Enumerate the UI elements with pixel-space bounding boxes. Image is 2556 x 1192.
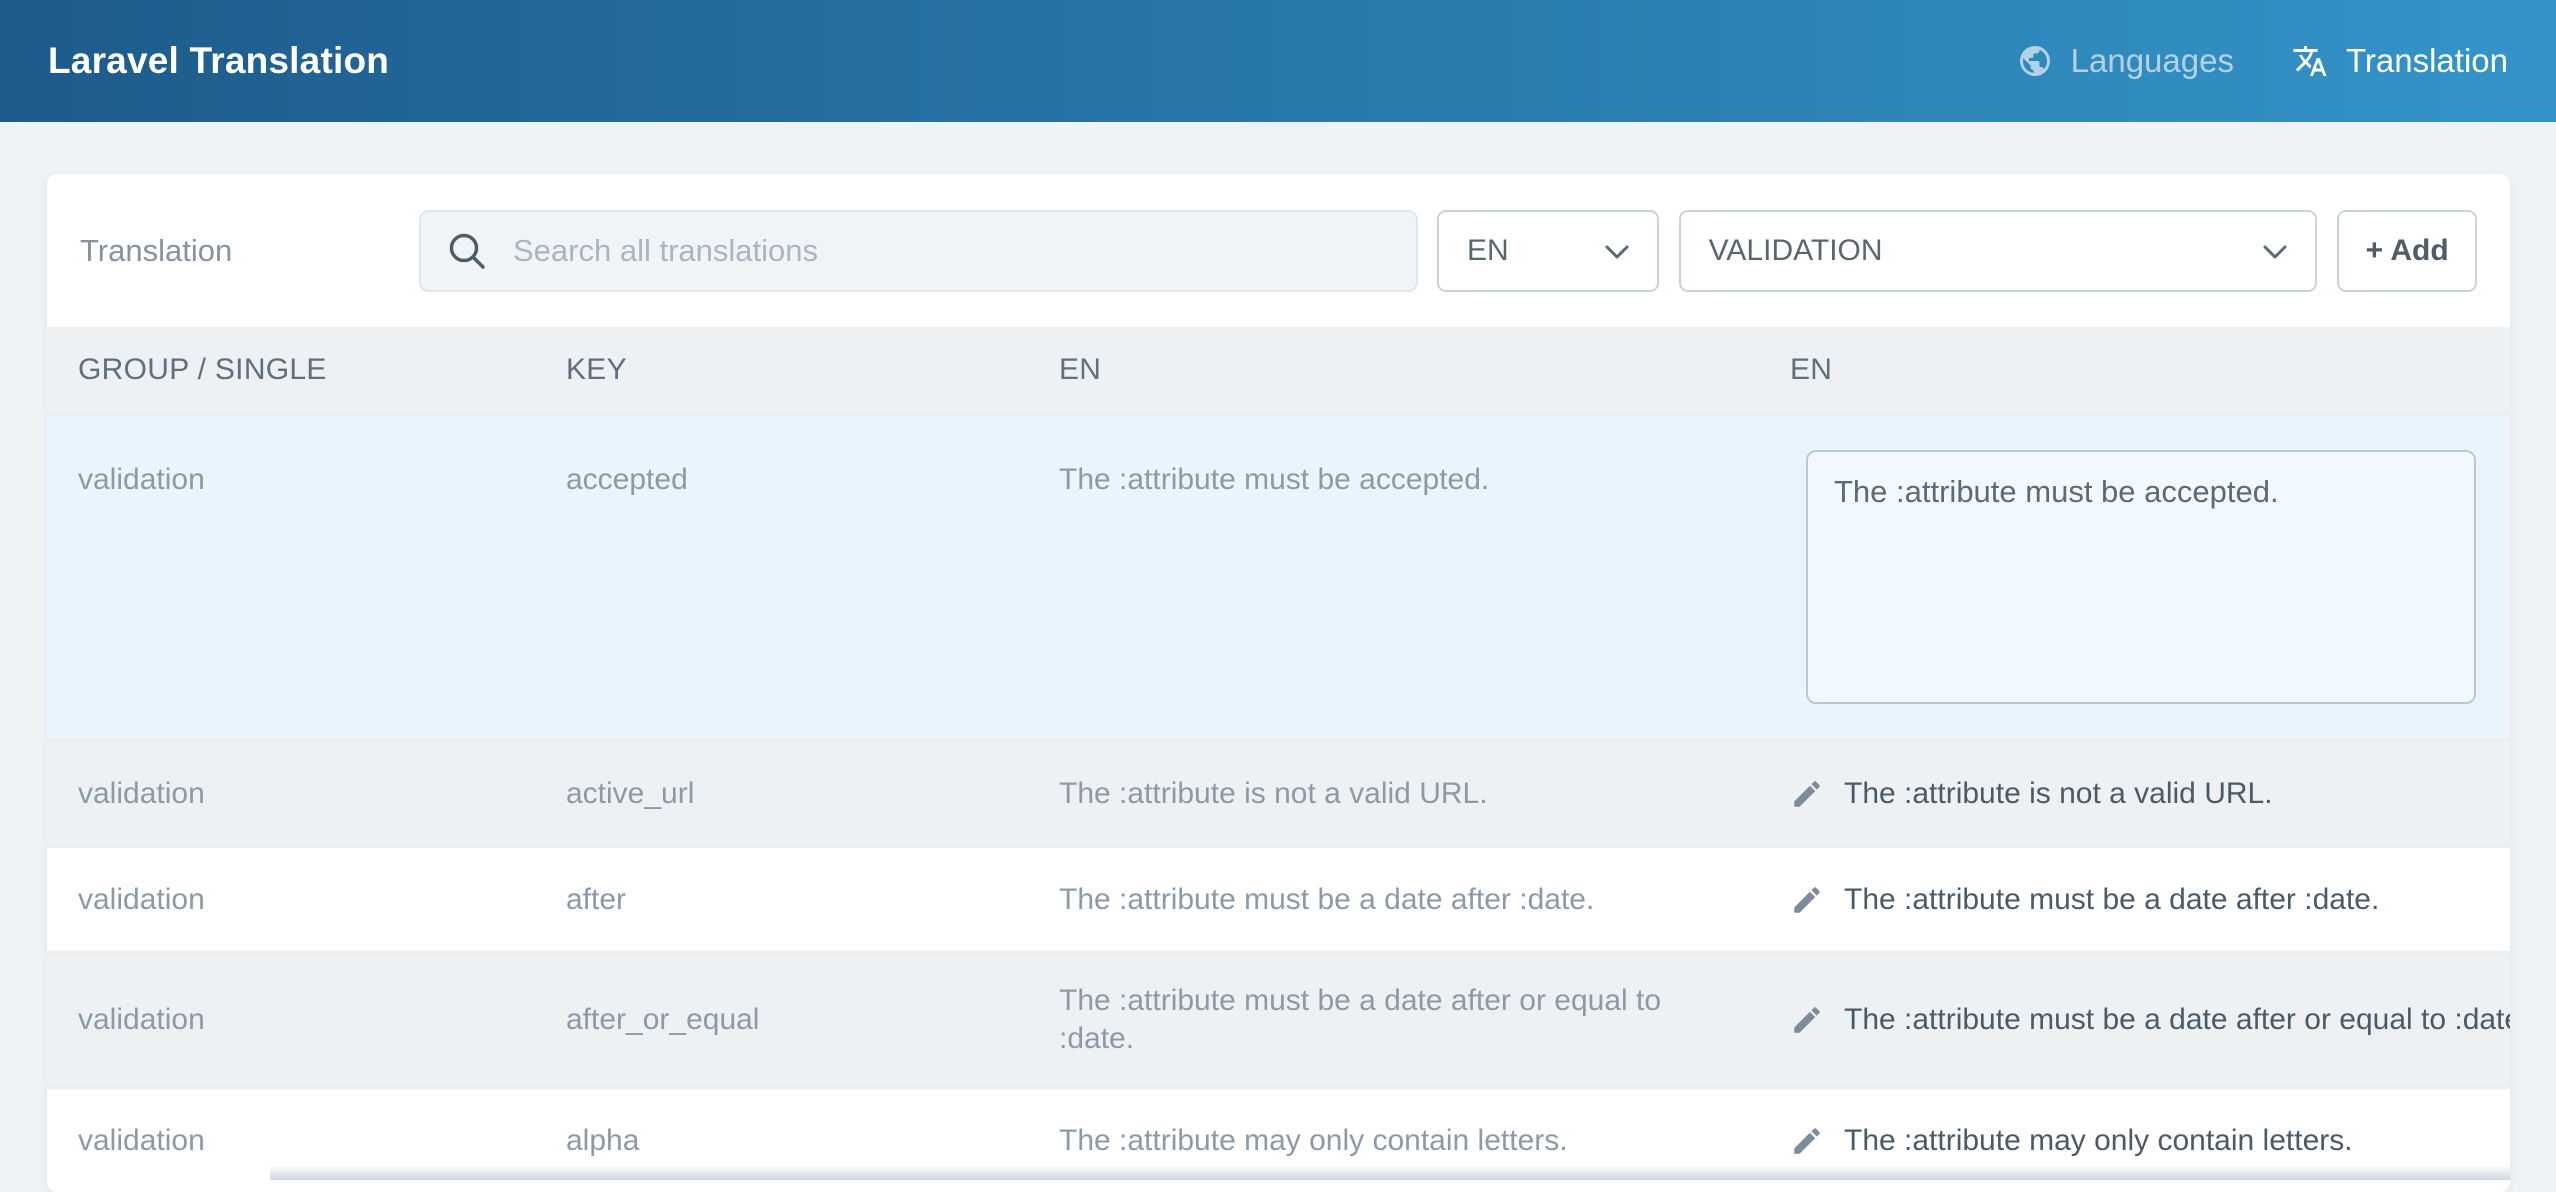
key-cell: accepted [535,416,1028,739]
key-cell: after_or_equal [535,954,1028,1086]
group-cell: validation [47,416,535,739]
nav-links: Languages Translation [2017,42,2508,80]
group-cell: validation [47,742,535,845]
toolbar: Translation EN VALIDATION + Add [47,174,2510,327]
translation-text: The :attribute must be a date after or e… [1844,1001,2510,1039]
translation-text: The :attribute is not a valid URL. [1844,775,2273,813]
table-row[interactable]: validation alpha The :attribute may only… [47,1086,2510,1192]
edit-pencil-icon [1790,1124,1824,1158]
translation-cell[interactable]: The :attribute is not a valid URL. [1759,742,2510,845]
navbar: Laravel Translation Languages Translatio… [0,0,2556,122]
table-row[interactable]: validation after The :attribute must be … [47,845,2510,951]
table-header: GROUP / SINGLE KEY EN EN [47,327,2510,413]
translation-cell[interactable]: The :attribute may only contain letters. [1759,1089,2510,1192]
group-cell: validation [47,954,535,1086]
chevron-down-icon [2263,234,2287,268]
globe-icon [2017,43,2053,79]
source-cell: The :attribute may only contain letters. [1028,1089,1759,1192]
source-cell: The :attribute must be a date after :dat… [1028,848,1759,951]
nav-link-translation[interactable]: Translation [2292,42,2508,80]
chevron-down-icon [1605,234,1629,268]
translate-icon [2292,43,2328,79]
translation-cell[interactable]: The :attribute must be a date after :dat… [1759,848,2510,951]
nav-link-languages[interactable]: Languages [2017,42,2234,80]
locale-select-value: EN [1467,234,1509,268]
column-header-group: GROUP / SINGLE [47,327,535,413]
column-header-source: EN [1028,327,1759,413]
group-select-value: VALIDATION [1709,234,1883,268]
nav-link-label: Languages [2071,42,2234,80]
key-cell: after [535,848,1028,951]
source-cell: The :attribute is not a valid URL. [1028,742,1759,845]
source-cell: The :attribute must be a date after or e… [1028,954,1759,1086]
table-row[interactable]: validation after_or_equal The :attribute… [47,951,2510,1086]
translation-textarea[interactable]: The :attribute must be accepted. [1806,450,2476,704]
edit-pencil-icon [1790,777,1824,811]
search-input[interactable] [419,210,1418,292]
page-title: Translation [80,233,419,269]
translation-cell[interactable]: The :attribute must be a date after or e… [1759,954,2510,1086]
nav-link-label: Translation [2346,42,2508,80]
edit-pencil-icon [1790,1003,1824,1037]
key-cell: active_url [535,742,1028,845]
group-select[interactable]: VALIDATION [1679,210,2318,292]
key-cell: alpha [535,1089,1028,1192]
group-cell: validation [47,1089,535,1192]
add-button[interactable]: + Add [2337,210,2477,292]
translation-text: The :attribute may only contain letters. [1844,1122,2353,1160]
column-header-key: KEY [535,327,1028,413]
translation-text: The :attribute must be a date after :dat… [1844,881,2379,919]
translation-cell: The :attribute must be accepted. [1759,416,2510,739]
locale-select[interactable]: EN [1437,210,1659,292]
search-box [419,210,1418,292]
table-row[interactable]: validation active_url The :attribute is … [47,739,2510,845]
page-content: Translation EN VALIDATION + Add [0,122,2556,1192]
column-header-target: EN [1759,327,2510,413]
app-title: Laravel Translation [48,40,389,82]
group-cell: validation [47,848,535,951]
edit-pencil-icon [1790,883,1824,917]
table-row[interactable]: validation accepted The :attribute must … [47,413,2510,739]
source-cell: The :attribute must be accepted. [1028,416,1759,739]
translation-card: Translation EN VALIDATION + Add [47,174,2510,1192]
